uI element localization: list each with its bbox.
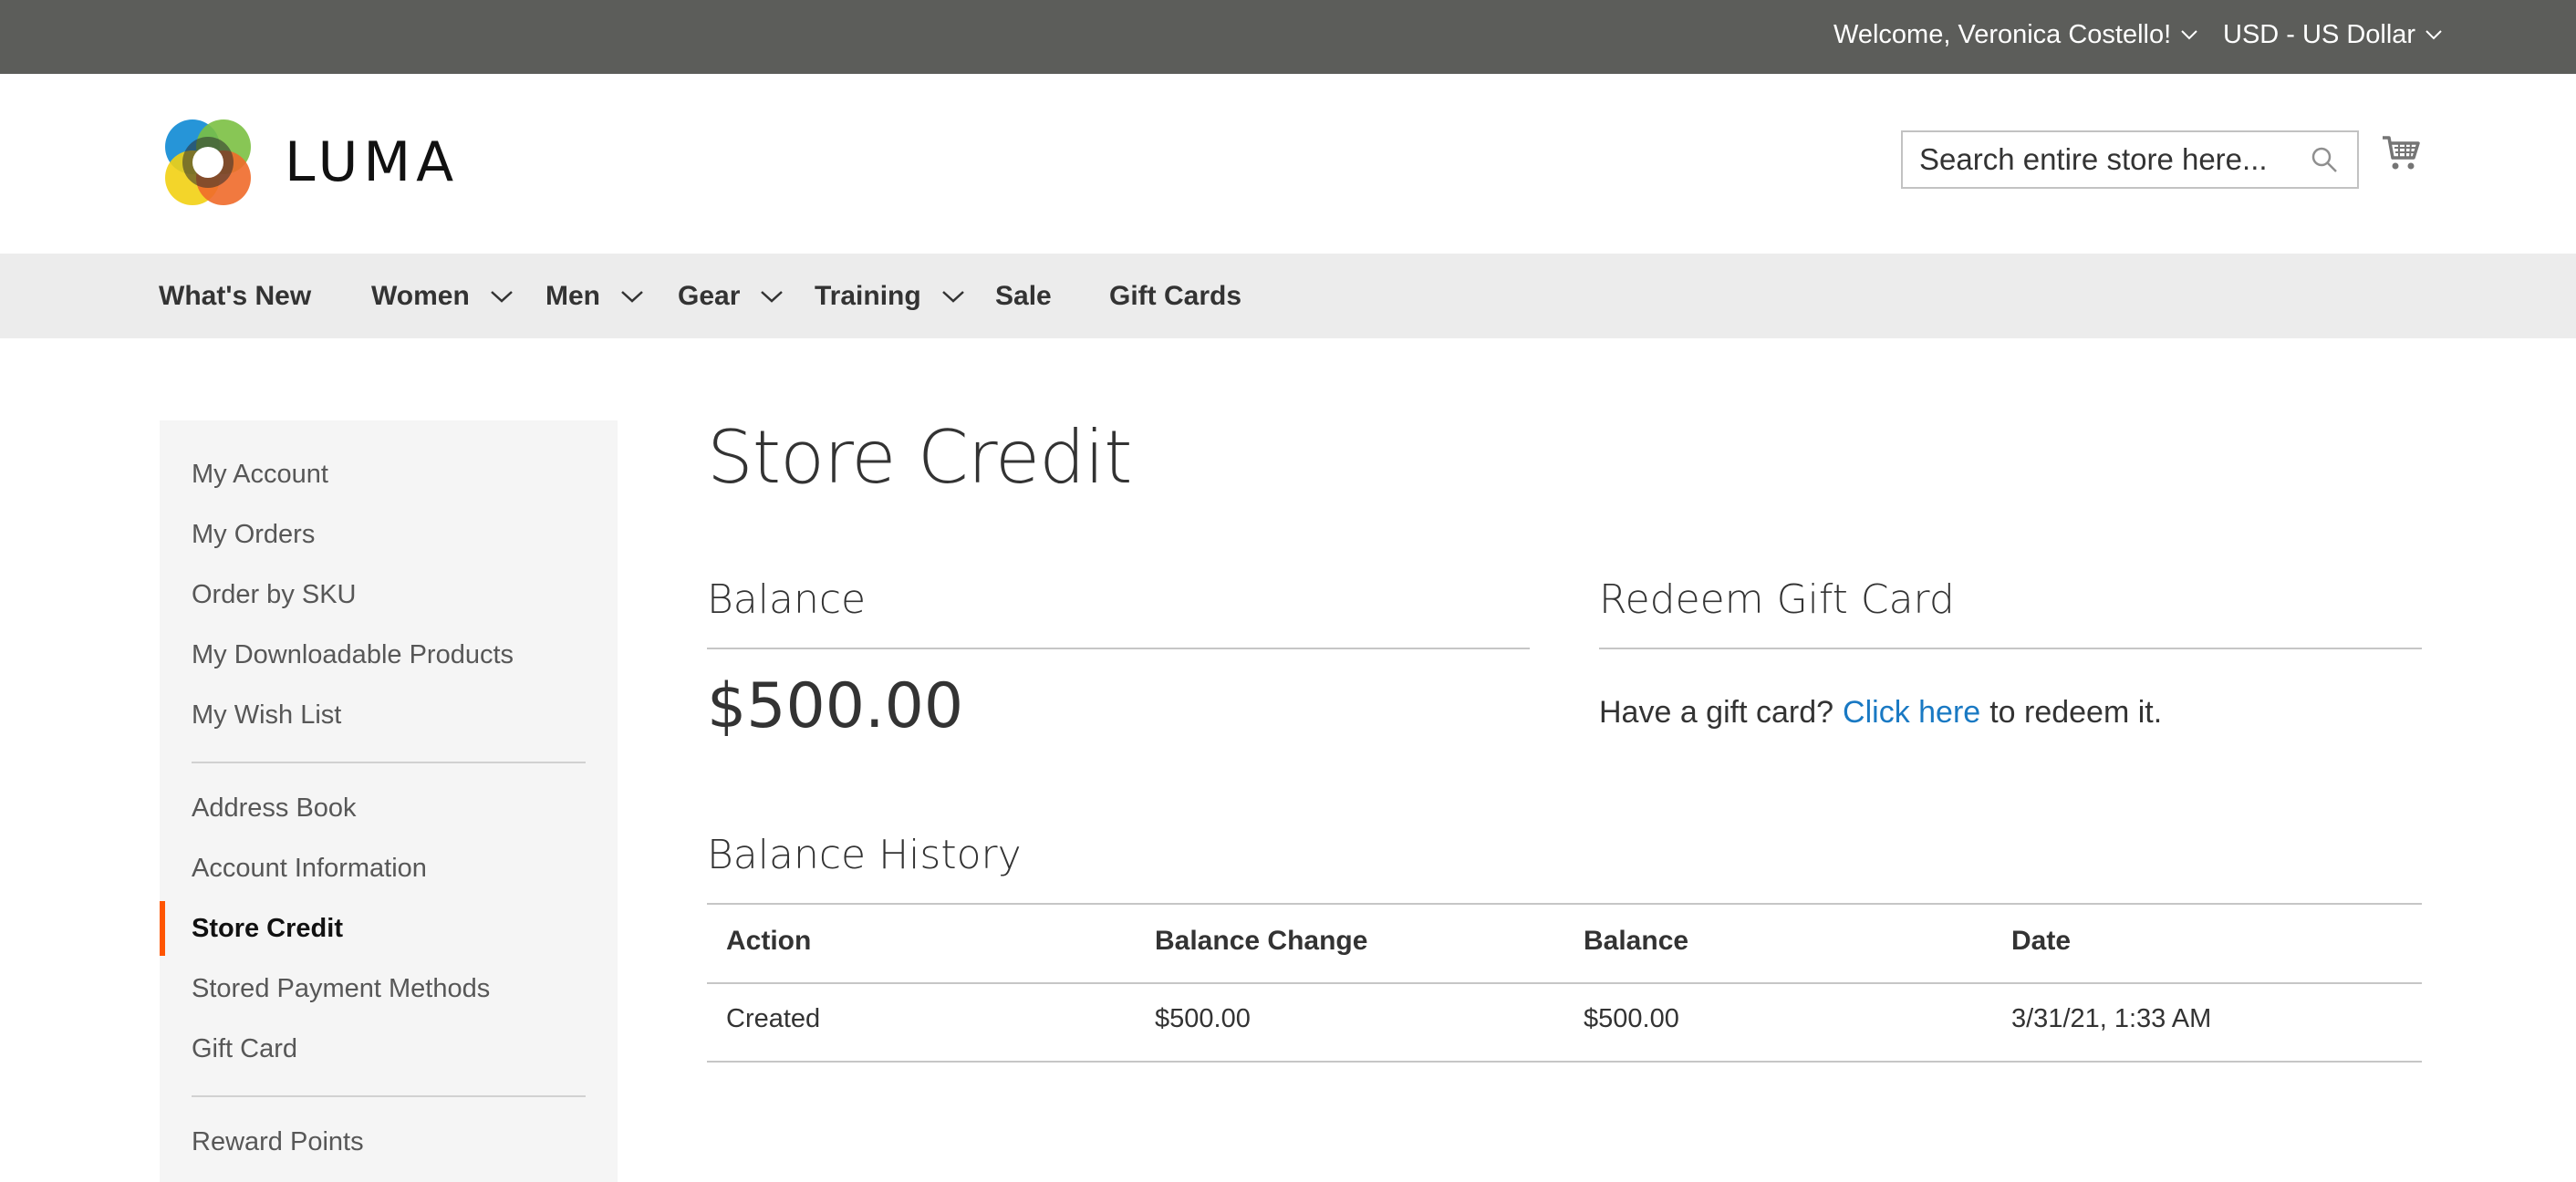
- top-utility-bar: Welcome, Veronica Costello! USD - US Dol…: [0, 0, 2576, 74]
- search-icon[interactable]: [2310, 145, 2339, 174]
- chevron-down-icon: [490, 290, 513, 303]
- nav-item-label: Women: [371, 280, 470, 311]
- table-header-rule: [707, 982, 2422, 984]
- page-title: Store Credit: [707, 415, 1132, 500]
- nav-item-women[interactable]: Women: [371, 254, 514, 338]
- redeem-text-after: to redeem it.: [1989, 695, 2163, 730]
- nav-item-training[interactable]: Training: [815, 254, 965, 338]
- nav-item-sale[interactable]: Sale: [995, 254, 1052, 338]
- sidebar-item-order-by-sku[interactable]: Order by SKU: [192, 576, 357, 613]
- redeem-click-here-link[interactable]: Click here: [1843, 695, 1980, 731]
- chevron-down-icon: [2181, 30, 2197, 40]
- chevron-down-icon: [2425, 30, 2442, 40]
- search-box[interactable]: [1901, 130, 2359, 189]
- sidebar-item-address-book[interactable]: Address Book: [192, 790, 357, 826]
- sidebar-item-my-account[interactable]: My Account: [192, 456, 328, 493]
- account-sidebar: My Account My Orders Order by SKU My Dow…: [160, 420, 618, 1182]
- nav-item-label: Sale: [995, 280, 1052, 311]
- sidebar-divider: [192, 762, 586, 763]
- customer-welcome-menu[interactable]: Welcome, Veronica Costello!: [1833, 16, 2198, 53]
- table-cell-balance: $500.00: [1584, 1003, 1679, 1033]
- column-header-date: Date: [2011, 926, 2072, 956]
- nav-item-men[interactable]: Men: [545, 254, 644, 338]
- chevron-down-icon: [941, 290, 964, 303]
- nav-item-label: Gear: [678, 280, 741, 311]
- sidebar-item-reward-points[interactable]: Reward Points: [192, 1124, 364, 1160]
- table-cell-balance-change: $500.00: [1155, 1003, 1251, 1033]
- welcome-text: Welcome, Veronica Costello!: [1833, 19, 2172, 49]
- table-top-rule: [707, 903, 2422, 905]
- nav-item-gear[interactable]: Gear: [678, 254, 784, 338]
- redeem-gift-card-title: Redeem Gift Card: [1599, 576, 1955, 623]
- chevron-down-icon: [761, 290, 784, 303]
- sidebar-divider: [192, 1095, 586, 1097]
- currency-label: USD - US Dollar: [2223, 19, 2416, 49]
- nav-item-label: Men: [545, 280, 600, 311]
- sidebar-item-my-orders[interactable]: My Orders: [192, 516, 315, 553]
- balance-amount: $500.00: [707, 670, 964, 742]
- column-header-balance: Balance: [1584, 926, 1689, 956]
- sidebar-item-stored-payment-methods[interactable]: Stored Payment Methods: [192, 970, 490, 1007]
- main-navigation: What's New Women Men Gear Training Sale …: [0, 254, 2576, 338]
- nav-item-whats-new[interactable]: What's New: [159, 254, 311, 338]
- table-cell-action: Created: [726, 1003, 821, 1033]
- nav-item-label: What's New: [159, 280, 312, 311]
- balance-divider: [707, 648, 1530, 649]
- column-header-action: Action: [726, 926, 812, 956]
- nav-item-gift-cards[interactable]: Gift Cards: [1109, 254, 1241, 338]
- table-cell-date: 3/31/21, 1:33 AM: [2011, 1003, 2212, 1033]
- balance-title: Balance: [707, 576, 867, 623]
- chevron-down-icon: [621, 290, 643, 303]
- nav-item-label: Gift Cards: [1109, 280, 1242, 311]
- sidebar-item-downloadable-products[interactable]: My Downloadable Products: [192, 637, 514, 673]
- sidebar-active-indicator: [160, 901, 165, 956]
- sidebar-item-wish-list[interactable]: My Wish List: [192, 697, 341, 733]
- redeem-text-before: Have a gift card?: [1599, 695, 1834, 730]
- sidebar-item-gift-card[interactable]: Gift Card: [192, 1031, 297, 1067]
- store-logo[interactable]: LUMA: [161, 115, 459, 210]
- currency-switcher[interactable]: USD - US Dollar: [2223, 16, 2443, 53]
- redeem-divider: [1599, 648, 2422, 649]
- column-header-balance-change: Balance Change: [1155, 926, 1368, 956]
- cart-icon[interactable]: [2381, 134, 2421, 172]
- nav-item-label: Training: [815, 280, 921, 311]
- search-input[interactable]: [1903, 132, 2286, 187]
- sidebar-item-account-information[interactable]: Account Information: [192, 850, 427, 886]
- luma-logo-icon: [165, 119, 251, 205]
- logo-text: LUMA: [285, 130, 460, 194]
- balance-history-title: Balance History: [707, 832, 1022, 878]
- sidebar-item-store-credit[interactable]: Store Credit: [192, 910, 343, 947]
- table-row-rule: [707, 1061, 2422, 1063]
- redeem-gift-card-text: Have a gift card? Click here to redeem i…: [1599, 695, 2162, 731]
- site-header: LUMA: [0, 74, 2576, 254]
